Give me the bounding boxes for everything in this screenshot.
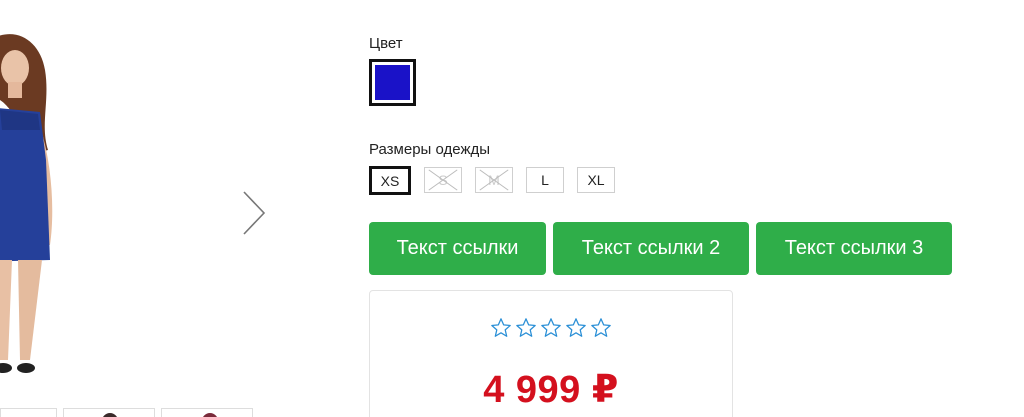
- unavailable-cross-icon: [428, 169, 458, 191]
- size-option-l[interactable]: L: [526, 167, 564, 193]
- thumbnail[interactable]: [161, 408, 253, 417]
- size-selector: XS S M L XL: [369, 166, 615, 195]
- star-outline-icon[interactable]: [540, 317, 562, 339]
- thumbnail[interactable]: [0, 408, 57, 417]
- product-photo[interactable]: [0, 30, 80, 390]
- link-button-3[interactable]: Текст ссылки 3: [756, 222, 952, 275]
- thumbnail-image: [202, 413, 218, 417]
- product-price: 4 999 ₽: [483, 369, 619, 411]
- star-outline-icon[interactable]: [590, 317, 612, 339]
- price-card: 4 999 ₽: [369, 290, 733, 417]
- product-page: Цвет Размеры одежды XS S M L XL: [0, 0, 1024, 417]
- star-outline-icon[interactable]: [490, 317, 512, 339]
- link-button-1[interactable]: Текст ссылки: [369, 222, 546, 275]
- color-swatch-blue[interactable]: [369, 59, 416, 106]
- size-option-m[interactable]: M: [475, 167, 513, 193]
- product-gallery: [0, 0, 300, 417]
- size-option-s[interactable]: S: [424, 167, 462, 193]
- link-button-2[interactable]: Текст ссылки 2: [553, 222, 749, 275]
- star-outline-icon[interactable]: [515, 317, 537, 339]
- action-links: Текст ссылки Текст ссылки 2 Текст ссылки…: [369, 222, 952, 275]
- size-option-xs[interactable]: XS: [369, 166, 411, 195]
- thumbnail-image: [102, 413, 118, 417]
- unavailable-cross-icon: [479, 169, 509, 191]
- color-swatch-fill: [375, 65, 410, 100]
- chevron-right-icon[interactable]: [238, 188, 270, 238]
- color-label: Цвет: [369, 35, 403, 52]
- thumbnail-strip: [0, 408, 253, 417]
- star-outline-icon[interactable]: [565, 317, 587, 339]
- size-option-xl[interactable]: XL: [577, 167, 615, 193]
- rating-stars: [370, 317, 732, 339]
- size-label: Размеры одежды: [369, 141, 491, 158]
- thumbnail[interactable]: [63, 408, 155, 417]
